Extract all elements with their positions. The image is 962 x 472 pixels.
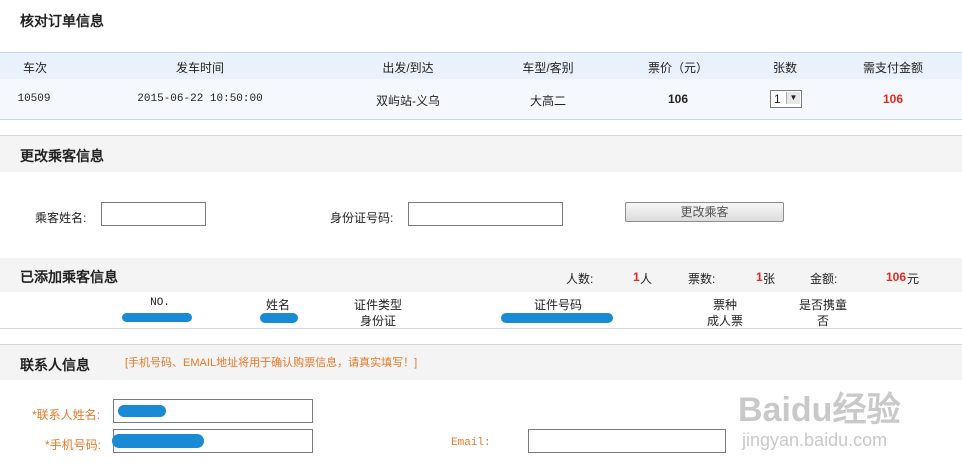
passenger-id-type: 身份证 — [359, 314, 396, 328]
tickets-label: 票数: — [688, 272, 716, 286]
route: 双屿站-义乌 — [376, 94, 440, 108]
ticket-price: 106 — [667, 92, 689, 106]
amount-value: 106 — [886, 270, 907, 284]
contact-title: 联系人信息 — [20, 357, 90, 373]
tickets-unit: 张 — [763, 272, 776, 286]
redacted-contact-name — [118, 405, 166, 417]
contact-note: [手机号码、EMAIL地址将用于确认购票信息，请真实填写！] — [125, 357, 418, 369]
tickets-value: 1 — [756, 270, 763, 284]
divider — [0, 328, 962, 329]
change-passenger-title: 更改乘客信息 — [20, 148, 104, 164]
col-type: 车型/客别 — [522, 61, 574, 75]
redacted-no — [122, 313, 192, 322]
col-time: 发车时间 — [175, 61, 224, 75]
col-id-type: 证件类型 — [353, 298, 402, 312]
email-label: Email: — [451, 437, 491, 449]
order-table-row: 10509 2015-06-22 10:50:00 双屿站-义乌 大高二 106… — [0, 79, 962, 120]
redacted-name — [260, 313, 298, 323]
email-input[interactable] — [528, 429, 726, 453]
chevron-down-icon[interactable]: ▼ — [786, 92, 800, 104]
id-number-input[interactable] — [408, 202, 563, 226]
amount-label: 金额: — [810, 272, 838, 286]
change-passenger-button[interactable]: 更改乘客 — [625, 202, 784, 222]
passenger-name-input[interactable] — [101, 202, 206, 226]
people-label: 人数: — [566, 272, 594, 286]
people-unit: 人 — [640, 272, 653, 286]
ticket-count-select[interactable]: 1 ▼ — [770, 90, 802, 108]
added-passenger-title: 已添加乘客信息 — [20, 269, 118, 285]
passenger-ticket-type: 成人票 — [706, 314, 743, 328]
contact-name-label: *联系人姓名: — [32, 408, 101, 422]
ticket-count-value: 1 — [774, 92, 781, 106]
id-number-label: 身份证号码: — [330, 211, 394, 225]
people-value: 1 — [633, 270, 640, 284]
passenger-name-label: 乘客姓名: — [35, 211, 87, 225]
order-section-title: 核对订单信息 — [20, 13, 104, 29]
vehicle-type: 大高二 — [529, 94, 566, 108]
train-number: 10509 — [17, 93, 51, 105]
col-price: 票价（元） — [647, 61, 708, 75]
redacted-id-number — [501, 313, 613, 323]
departure-time: 2015-06-22 10:50:00 — [137, 93, 263, 105]
added-passenger-bar: 已添加乘客信息 人数: 1 人 票数: 1 张 金额: 106 元 — [0, 258, 962, 292]
baidu-watermark-logo: Baidu经验 — [738, 391, 901, 429]
col-name: 姓名 — [265, 298, 290, 312]
phone-input[interactable] — [112, 429, 313, 453]
baidu-watermark-url: jingyan.baidu.com — [742, 430, 888, 450]
col-ticket-type: 票种 — [712, 298, 737, 312]
phone-label: *手机号码: — [45, 438, 102, 452]
contact-bar: 联系人信息 [手机号码、EMAIL地址将用于确认购票信息，请真实填写！] — [0, 345, 962, 380]
col-route: 出发/到达 — [382, 61, 434, 75]
amount-unit: 元 — [907, 272, 920, 286]
change-passenger-bar: 更改乘客信息 — [0, 136, 962, 172]
col-id-number: 证件号码 — [533, 298, 582, 312]
redacted-phone — [112, 434, 204, 448]
col-with-child: 是否携童 — [798, 298, 847, 312]
passenger-with-child: 否 — [816, 314, 829, 328]
col-no: NO. — [150, 297, 170, 309]
total-amount: 106 — [882, 92, 904, 106]
contact-name-input[interactable] — [113, 399, 313, 423]
col-total: 需支付金额 — [862, 61, 923, 75]
col-count: 张数 — [772, 61, 797, 75]
col-train: 车次 — [22, 61, 47, 75]
order-table-header: 车次 发车时间 出发/到达 车型/客别 票价（元） 张数 需支付金额 — [0, 52, 962, 80]
